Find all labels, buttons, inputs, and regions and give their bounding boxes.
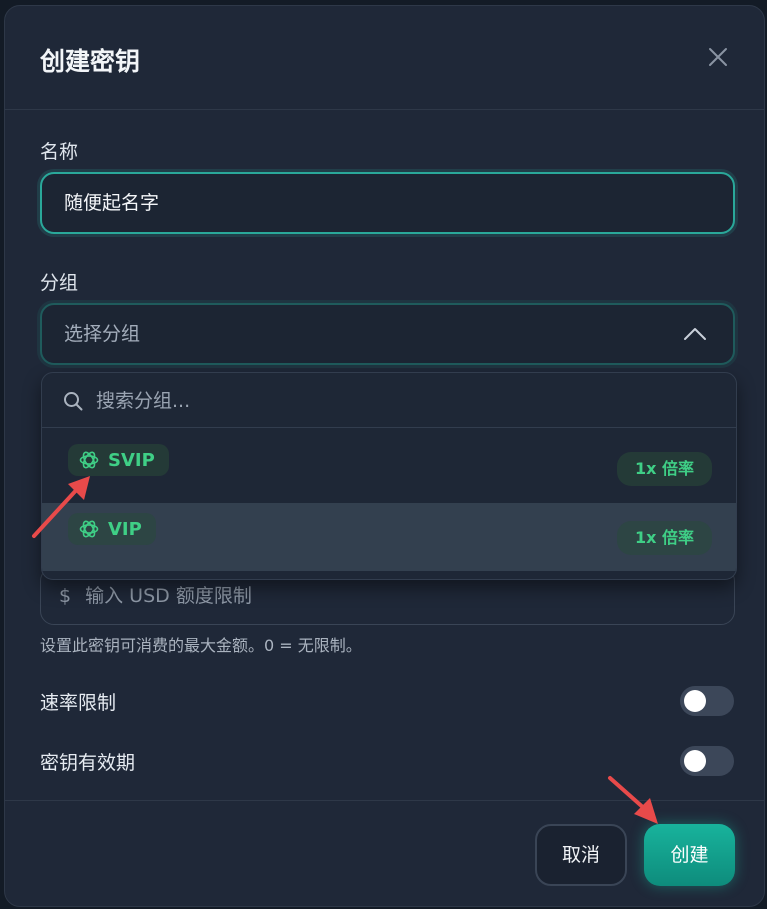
group-option-multiplier: 1x 倍率 [616, 452, 712, 486]
group-tag: VIP [68, 513, 156, 545]
usd-limit-placeholder: 输入 USD 额度限制 [85, 585, 252, 607]
group-search [42, 373, 736, 428]
group-option-name: SVIP [108, 449, 155, 471]
openai-logo-icon [79, 520, 99, 538]
group-select[interactable]: 选择分组 [40, 303, 735, 365]
group-option-vip[interactable]: VIP 1x 倍率 [42, 503, 736, 571]
close-icon[interactable] [705, 44, 731, 70]
group-search-input[interactable] [94, 383, 658, 419]
chevron-up-icon [684, 328, 706, 340]
group-label: 分组 [40, 272, 79, 294]
rate-limit-toggle[interactable] [680, 686, 734, 716]
group-option-multiplier: 1x 倍率 [616, 521, 712, 555]
create-button[interactable]: 创建 [644, 824, 735, 886]
usd-limit-help: 设置此密钥可消费的最大金额。0 = 无限制。 [40, 636, 362, 655]
create-key-dialog: 创建密钥 名称 随便起名字 分组 选择分组 搜索分组... SVIP 1x 倍率… [4, 5, 765, 907]
toggle-knob [684, 690, 706, 712]
dialog-header: 创建密钥 [5, 6, 764, 110]
dialog-title: 创建密钥 [40, 47, 141, 76]
group-option-name: VIP [108, 518, 142, 540]
expiry-toggle[interactable] [680, 746, 734, 776]
footer-divider [5, 800, 764, 801]
dollar-icon: $ [59, 585, 72, 607]
name-label: 名称 [40, 141, 79, 163]
group-tag: SVIP [68, 444, 169, 476]
group-dropdown: SVIP 1x 倍率 VIP 1x 倍率 [41, 372, 737, 580]
openai-logo-icon [79, 451, 99, 469]
cancel-button[interactable]: 取消 [535, 824, 627, 886]
group-option-svip[interactable]: SVIP 1x 倍率 [42, 434, 736, 502]
toggle-knob [684, 750, 706, 772]
rate-limit-label: 速率限制 [40, 692, 117, 714]
group-select-placeholder: 选择分组 [64, 323, 141, 345]
name-input[interactable]: 随便起名字 [40, 172, 735, 234]
search-icon [64, 392, 83, 411]
expiry-label: 密钥有效期 [40, 752, 136, 774]
